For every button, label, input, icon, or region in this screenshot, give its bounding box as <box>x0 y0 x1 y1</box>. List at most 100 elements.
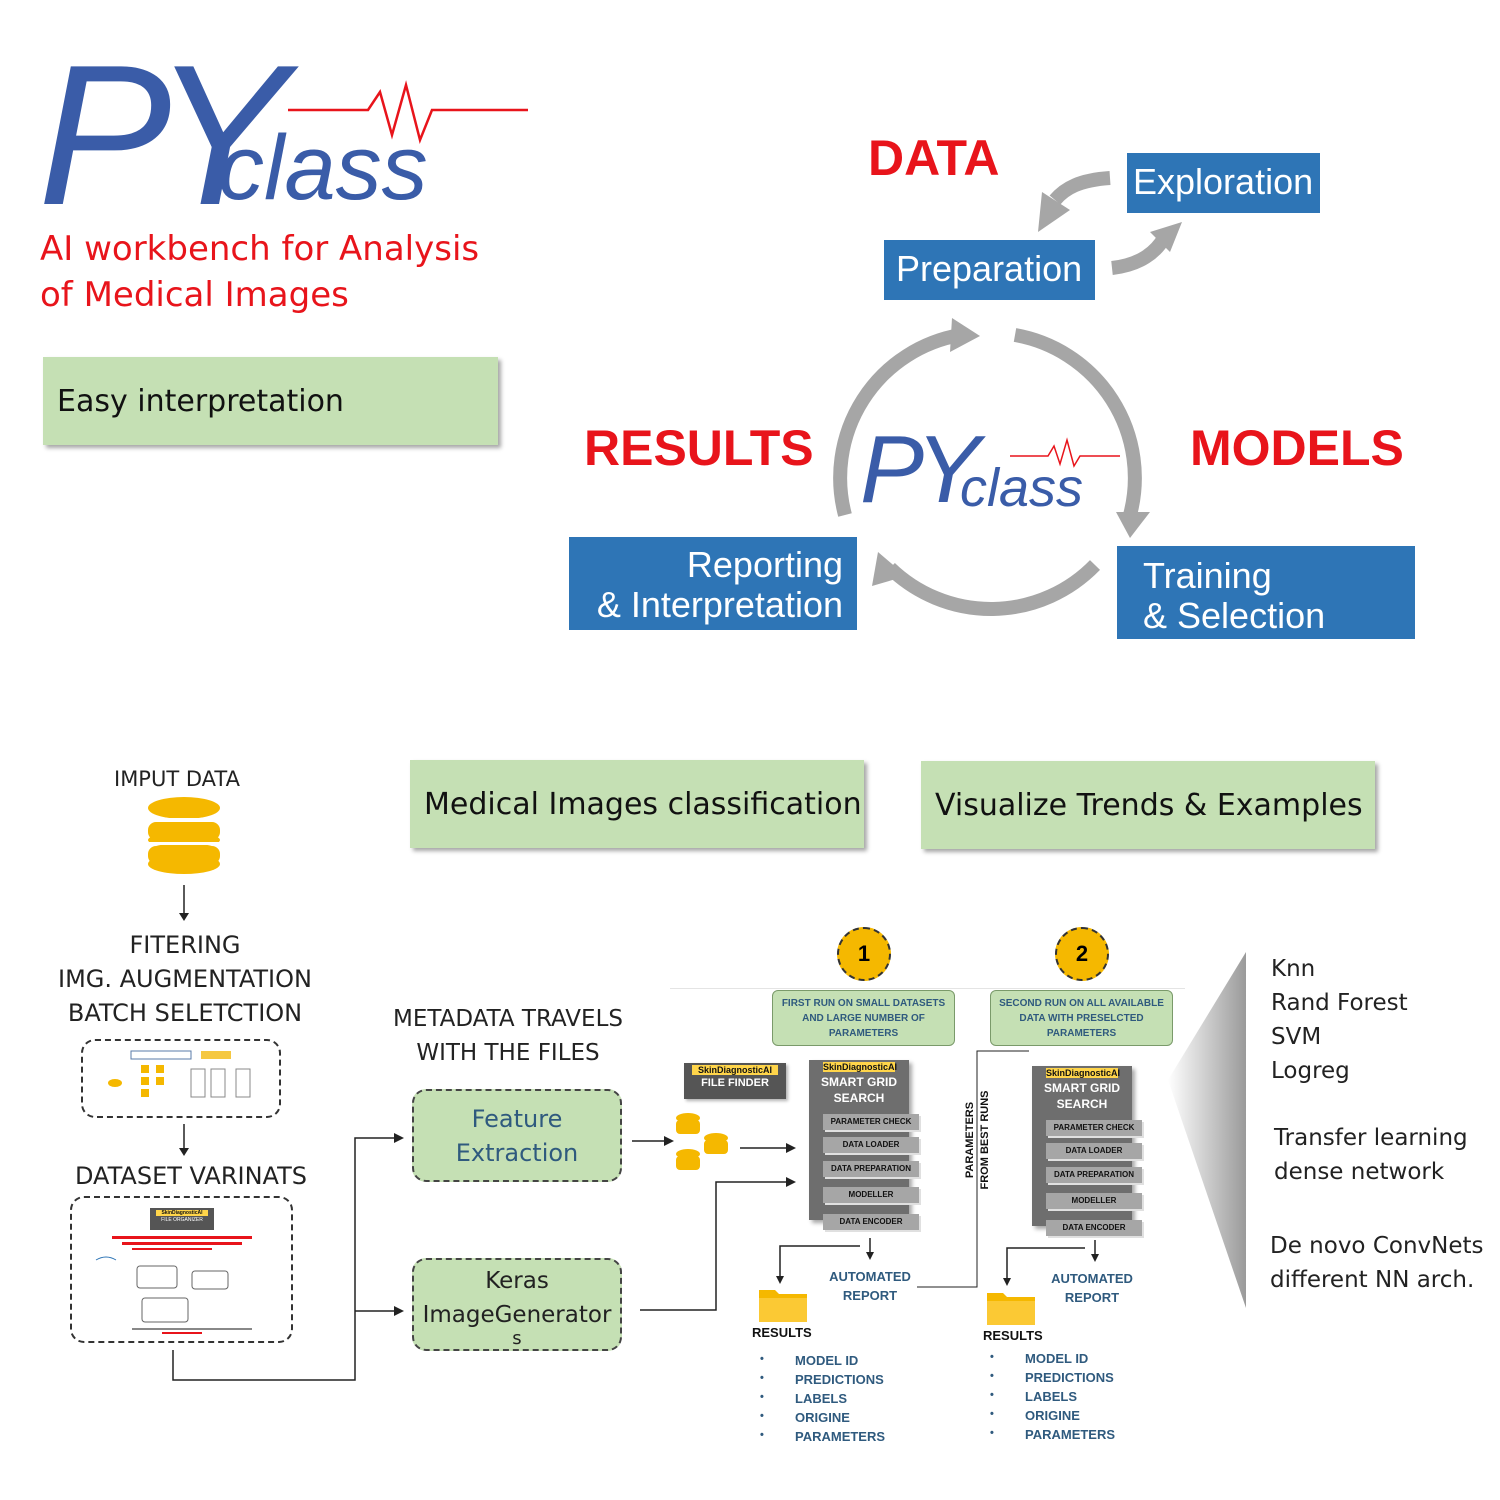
tagline-line-1: AI workbench for Analysis <box>40 229 480 269</box>
run-1-report: AUTOMATED REPORT <box>822 1267 918 1305</box>
file-finder-card: SkinDiagnosticAI FILE FINDER <box>684 1063 786 1099</box>
filtering-line-1: FITERING <box>129 931 241 959</box>
smart-grid-search-1: SkinDiagnosticAI SMART GRID SEARCH PARAM… <box>809 1060 919 1230</box>
stage-reporting: Reporting & Interpretation <box>569 537 857 630</box>
grid-2-title-line-1: SMART GRID <box>1044 1081 1120 1095</box>
stage-training-line-1: Training <box>1143 555 1272 596</box>
params-rotated: PARAMETERS FROM BEST RUNS <box>963 1080 993 1200</box>
heartbeat-icon <box>1010 437 1120 468</box>
feature-visualize-label: Visualize Trends & Examples <box>935 787 1363 823</box>
run-1-badge: 1 <box>837 927 891 981</box>
grid-1-step-data-encoder: DATA ENCODER <box>823 1214 919 1230</box>
grid-1-brand: SkinDiagnosticAI <box>823 1062 898 1072</box>
params-line-2: FROM BEST RUNS <box>979 1090 991 1190</box>
grid-1-step-modeller: MODELLER <box>823 1187 919 1203</box>
center-logo-py: PY <box>860 416 980 523</box>
run-2-badge: 2 <box>1055 927 1109 981</box>
metadata-note: METADATA TRAVELS WITH THE FILES <box>383 1002 633 1070</box>
feature-extraction-box: Feature Extraction <box>412 1089 622 1182</box>
results-2-item: PREDICTIONS <box>990 1370 1115 1389</box>
run-1-note-line-3: PARAMETERS <box>828 1028 899 1039</box>
keras-generator-box: Keras ImageGenerator s <box>412 1258 622 1351</box>
heartbeat-icon <box>288 80 528 145</box>
thumbnail-diagram-icon <box>108 1050 251 1098</box>
keras-line-3: s <box>512 1327 522 1349</box>
filtering-thumbnail <box>81 1039 281 1118</box>
smart-grid-search-2: SkinDiagnosticAI SMART GRID SEARCH PARAM… <box>1032 1066 1142 1236</box>
model-item: Knn <box>1271 956 1316 982</box>
grid-1-title-line-2: SEARCH <box>833 1091 885 1105</box>
input-data-label: IMPUT DATA <box>114 767 240 791</box>
filtering-line-2: IMG. AUGMENTATION <box>58 965 312 993</box>
grid-2-title: SMART GRID SEARCH <box>1032 1080 1132 1112</box>
filtering-line-3: BATCH SELETCTION <box>67 999 303 1027</box>
run-1-number: 1 <box>857 941 871 966</box>
stage-reporting-line-1: Reporting <box>686 544 843 585</box>
params-line-1: PARAMETERS <box>964 1101 976 1179</box>
stage-exploration: Exploration <box>1127 153 1320 213</box>
cycle-label-models: MODELS <box>1190 420 1404 476</box>
stage-reporting-line-2: & Interpretation <box>596 584 843 625</box>
grid-2-step-data-loader: DATA LOADER <box>1046 1143 1142 1159</box>
pipeline-connectors <box>172 1133 404 1381</box>
stage-exploration-label: Exploration <box>1133 161 1314 202</box>
grid-1-step-data-preparation: DATA PREPARATION <box>823 1161 919 1177</box>
model-item: De novo ConvNets <box>1270 1233 1484 1259</box>
results-2-label: RESULTS <box>983 1328 1043 1343</box>
keras-line-1: Keras <box>485 1267 549 1294</box>
feature-easy-interpretation: Easy interpretation <box>43 357 498 445</box>
feature-medical-classification: Medical Images classification <box>410 760 864 848</box>
models-group-classic: Knn Rand Forest SVM Logreg <box>1271 952 1408 1088</box>
pyclass-logo: PY class <box>38 36 538 236</box>
filtering-steps: FITERING IMG. AUGMENTATION BATCH SELETCT… <box>40 928 330 1030</box>
feature-visualize-trends: Visualize Trends & Examples <box>921 761 1375 849</box>
model-item: different NN arch. <box>1270 1267 1475 1293</box>
cycle-center-logo: PY class <box>860 420 1130 530</box>
feature-extraction-line-2: Extraction <box>455 1138 579 1167</box>
divider-line <box>670 988 1185 989</box>
stage-preparation: Preparation <box>884 240 1095 300</box>
folder-icon <box>759 1290 807 1322</box>
models-group-convnets: De novo ConvNets different NN arch. <box>1270 1229 1484 1297</box>
run-2-report-line-2: REPORT <box>1064 1290 1120 1305</box>
stage-training: Training & Selection <box>1117 546 1415 639</box>
results-2-item: PARAMETERS <box>990 1427 1115 1446</box>
results-1-label: RESULTS <box>752 1325 812 1340</box>
model-item: SVM <box>1271 1024 1322 1050</box>
model-item: Logreg <box>1271 1058 1350 1084</box>
grid-2-title-line-2: SEARCH <box>1056 1097 1108 1111</box>
results-2-list: MODEL ID PREDICTIONS LABELS ORIGINE PARA… <box>990 1351 1115 1446</box>
stage-training-line-2: & Selection <box>1143 595 1326 636</box>
run-2-number: 2 <box>1075 941 1089 966</box>
arrow-down-icon <box>179 885 189 921</box>
models-funnel <box>1168 952 1246 1308</box>
logo-tagline: AI workbench for Analysis of Medical Ima… <box>40 226 479 318</box>
grid-2-step-data-preparation: DATA PREPARATION <box>1046 1167 1142 1183</box>
results-2-item: ORIGINE <box>990 1408 1115 1427</box>
database-icon <box>148 797 220 874</box>
file-finder-title: FILE FINDER <box>701 1077 769 1089</box>
run-1-note: FIRST RUN ON SMALL DATASETS AND LARGE NU… <box>772 990 955 1046</box>
grid-1-step-data-loader: DATA LOADER <box>823 1137 919 1153</box>
results-1-list: MODEL ID PREDICTIONS LABELS ORIGINE PARA… <box>760 1353 885 1448</box>
grid-2-step-parameter-check: PARAMETER CHECK <box>1046 1120 1142 1136</box>
run-2-note-line-1: SECOND RUN ON ALL AVAILABLE <box>999 998 1164 1009</box>
results-2-item: LABELS <box>990 1389 1115 1408</box>
stage-preparation-label: Preparation <box>896 248 1083 289</box>
grid-1-title-line-1: SMART GRID <box>821 1075 897 1089</box>
model-item: Rand Forest <box>1271 990 1408 1016</box>
grid-1-step-parameter-check: PARAMETER CHECK <box>823 1114 919 1130</box>
results-1-item: LABELS <box>760 1391 885 1410</box>
model-item: dense network <box>1274 1159 1445 1185</box>
tagline-line-2: of Medical Images <box>40 275 349 315</box>
run-2-report-line-1: AUTOMATED <box>1051 1271 1133 1286</box>
metadata-line-2: WITH THE FILES <box>416 1040 600 1066</box>
run-2-note-line-3: PARAMETERS <box>1046 1028 1117 1039</box>
models-group-transfer: Transfer learning dense network <box>1274 1121 1468 1189</box>
model-item: Transfer learning <box>1274 1125 1468 1151</box>
feature-easy-label: Easy interpretation <box>57 383 344 419</box>
run-1-report-line-1: AUTOMATED <box>829 1269 911 1284</box>
grid-2-brand: SkinDiagnosticAI <box>1046 1068 1121 1078</box>
folder-icon <box>987 1293 1035 1325</box>
run-1-note-line-1: FIRST RUN ON SMALL DATASETS <box>781 998 946 1009</box>
